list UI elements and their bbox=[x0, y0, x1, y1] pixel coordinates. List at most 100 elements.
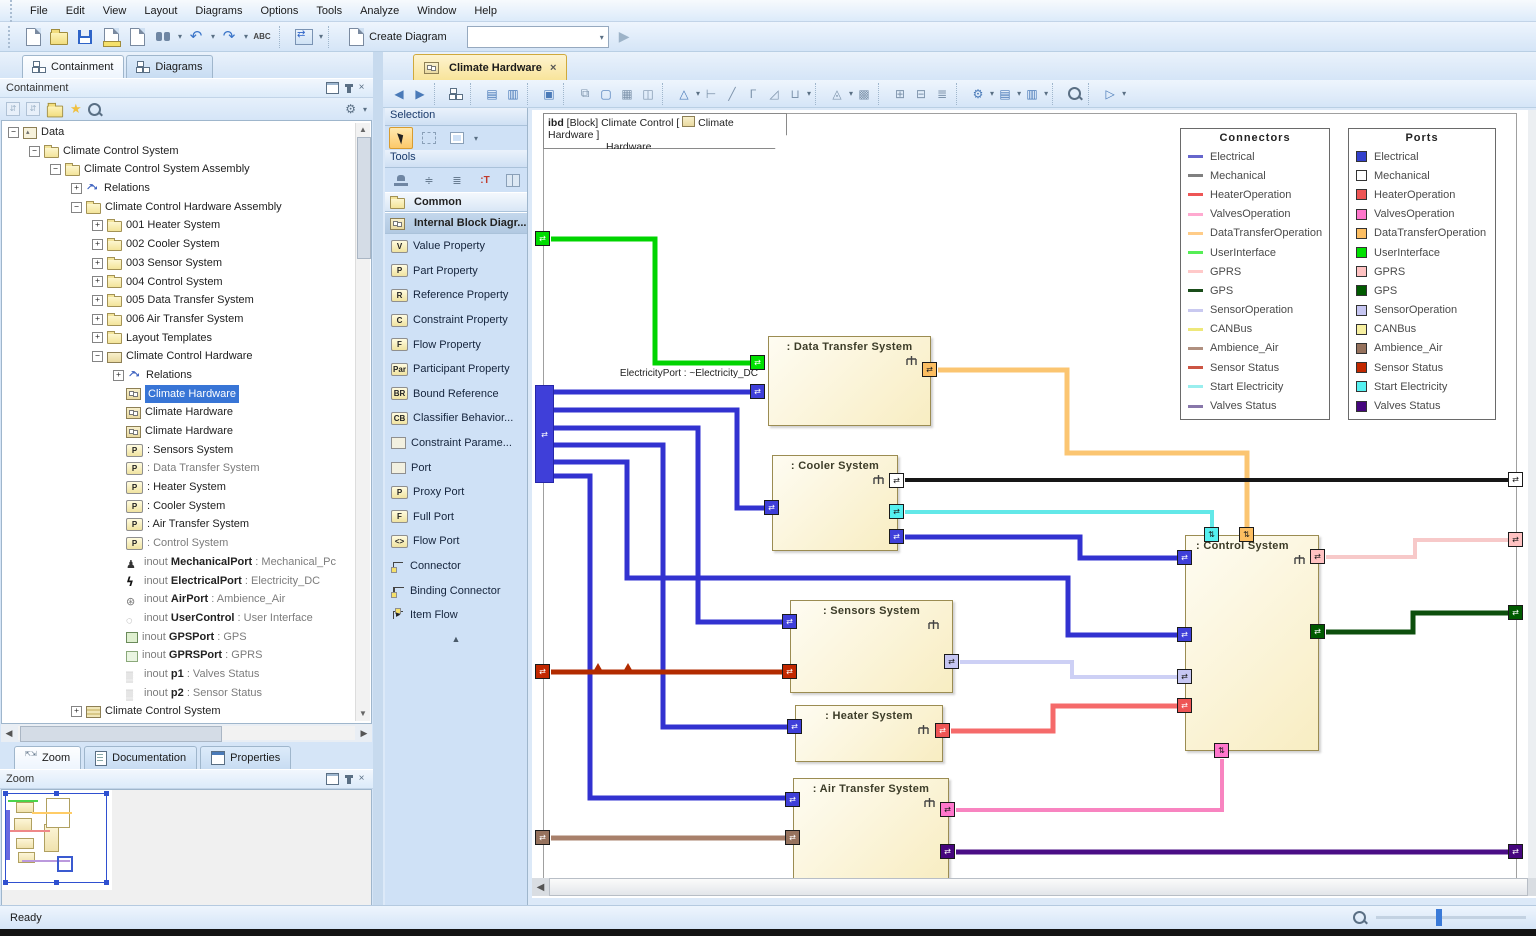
flow-port[interactable]: ⇄ bbox=[935, 723, 950, 738]
palette-group-common[interactable]: Common bbox=[385, 192, 527, 212]
tree-item[interactable]: +004 Control System bbox=[2, 273, 371, 292]
tree-item[interactable]: inout p1 : Valves Status bbox=[2, 665, 371, 684]
tree-item[interactable]: +Relations bbox=[2, 366, 371, 385]
tab-properties[interactable]: Properties bbox=[200, 746, 291, 769]
open-project-button[interactable] bbox=[47, 25, 71, 49]
tree-expander[interactable]: + bbox=[92, 314, 103, 325]
forward-button[interactable]: ▶ bbox=[410, 83, 430, 105]
menu-tools[interactable]: Tools bbox=[307, 3, 351, 19]
compartment-button[interactable]: ▩ bbox=[854, 83, 874, 105]
tree-item[interactable]: P: Control System bbox=[2, 534, 371, 553]
flow-port[interactable]: ⇄ bbox=[1310, 624, 1325, 639]
collapse-selected-icon[interactable]: ⇵ bbox=[26, 102, 40, 116]
flow-port[interactable]: ⇄ bbox=[889, 504, 904, 519]
tree-item[interactable]: +Relations bbox=[2, 179, 371, 198]
scroll-left-icon[interactable]: ◀ bbox=[1, 728, 17, 739]
palette-item-classifier-behavior-[interactable]: CBClassifier Behavior... bbox=[385, 406, 527, 431]
tree-expander[interactable]: + bbox=[92, 332, 103, 343]
block-control-system[interactable]: : Control System bbox=[1185, 535, 1319, 751]
redo-dropdown[interactable]: ▾ bbox=[244, 32, 248, 41]
tree-item[interactable]: +Library bbox=[2, 721, 371, 724]
connector-gps[interactable] bbox=[1326, 613, 1508, 632]
tab-containment[interactable]: Containment bbox=[22, 55, 124, 78]
palette-item-connector[interactable]: Connector bbox=[385, 554, 527, 579]
settings-gear-icon[interactable]: ⚙ bbox=[345, 102, 356, 116]
flow-port[interactable]: ⇄ bbox=[750, 384, 765, 399]
canvas-horizontal-scrollbar[interactable]: ◀ bbox=[532, 878, 1536, 896]
swimlane-dropdown[interactable]: ▾ bbox=[807, 89, 811, 98]
flow-port[interactable]: ⇄ bbox=[1310, 549, 1325, 564]
menu-file[interactable]: File bbox=[21, 3, 57, 19]
menu-options[interactable]: Options bbox=[251, 3, 307, 19]
legend-dropdown[interactable]: ▾ bbox=[1044, 89, 1048, 98]
tree-item[interactable]: inout GPRSPort : GPRS bbox=[2, 646, 371, 665]
flow-port[interactable]: ⇄ bbox=[922, 362, 937, 377]
tree-item[interactable]: P: Heater System bbox=[2, 478, 371, 497]
route-oblique-button[interactable]: ◿ bbox=[764, 83, 784, 105]
tree-expander[interactable]: − bbox=[8, 127, 19, 138]
model-transform-button[interactable] bbox=[292, 25, 316, 49]
scrollbar-track[interactable] bbox=[18, 726, 355, 740]
tree-expander[interactable]: + bbox=[92, 295, 103, 306]
palette-item-binding-connector[interactable]: Binding Connector bbox=[385, 578, 527, 603]
tree-horizontal-scrollbar[interactable]: ◀ ▶ bbox=[1, 724, 372, 742]
delete-button[interactable]: ▦ bbox=[617, 83, 637, 105]
zoom-magnifier-button[interactable] bbox=[1064, 83, 1084, 105]
palette-item-participant-property[interactable]: ParParticipant Property bbox=[385, 357, 527, 382]
tree-item[interactable]: +003 Sensor System bbox=[2, 254, 371, 273]
tree-item[interactable]: P: Cooler System bbox=[2, 497, 371, 516]
transform-dropdown[interactable]: ▾ bbox=[319, 32, 323, 41]
tree-item[interactable]: P: Data Transfer System bbox=[2, 459, 371, 478]
flow-port[interactable]: ⇄ bbox=[764, 500, 779, 515]
tree-item[interactable]: Climate Hardware bbox=[2, 403, 371, 422]
tree-expander[interactable]: + bbox=[92, 258, 103, 269]
tree-item[interactable]: inout UserControl : User Interface bbox=[2, 609, 371, 628]
close-panel-icon[interactable]: × bbox=[356, 83, 367, 93]
tree-item[interactable]: +005 Data Transfer System bbox=[2, 291, 371, 310]
palette-group-internal-block-diagr-[interactable]: Internal Block Diagr... bbox=[385, 212, 527, 234]
flow-port[interactable]: ⇄ bbox=[535, 231, 550, 246]
marquee-select-button[interactable] bbox=[417, 127, 441, 149]
connector-heateroperation[interactable] bbox=[951, 706, 1177, 731]
tools-group-header[interactable]: Tools bbox=[385, 150, 527, 168]
diagram-overview-button[interactable]: ▥ bbox=[503, 83, 523, 105]
undo-dropdown[interactable]: ▾ bbox=[211, 32, 215, 41]
paste-button[interactable]: ▢ bbox=[596, 83, 616, 105]
palette-item-value-property[interactable]: VValue Property bbox=[385, 234, 527, 259]
palette-item-port[interactable]: Port bbox=[385, 455, 527, 480]
block-data-transfer-system[interactable]: : Data Transfer System bbox=[768, 336, 931, 426]
connector-start-electricity[interactable] bbox=[905, 512, 1212, 527]
connector-valvesoperation[interactable] bbox=[956, 759, 1222, 810]
menu-edit[interactable]: Edit bbox=[57, 3, 94, 19]
connectors-legend[interactable]: ConnectorsElectricalMechanicalHeaterOper… bbox=[1180, 128, 1330, 420]
layout-hierarchic-button[interactable]: △ bbox=[674, 83, 694, 105]
menu-analyze[interactable]: Analyze bbox=[351, 3, 408, 19]
tree-item[interactable]: −Climate Control Hardware Assembly bbox=[2, 198, 371, 217]
flow-port[interactable]: ⇄ bbox=[940, 802, 955, 817]
zoom-viewport-rect[interactable] bbox=[5, 793, 107, 883]
flow-port[interactable]: ⇄ bbox=[787, 719, 802, 734]
tree-item[interactable]: −Data bbox=[2, 123, 371, 142]
route-line-button[interactable]: ╱ bbox=[722, 83, 742, 105]
palette-item-flow-port[interactable]: <>Flow Port bbox=[385, 529, 527, 554]
tab-diagrams[interactable]: Diagrams bbox=[126, 55, 213, 78]
perspective-combobox[interactable]: ▾ bbox=[467, 26, 609, 48]
pin-panel-icon[interactable] bbox=[347, 84, 351, 93]
tree-expander[interactable]: + bbox=[71, 183, 82, 194]
tree-item[interactable]: inout ElectricalPort : Electricity_DC bbox=[2, 572, 371, 591]
run-button[interactable]: ▶ bbox=[619, 28, 630, 45]
flow-port[interactable]: ⇄ bbox=[940, 844, 955, 859]
block-heater-system[interactable]: : Heater System bbox=[795, 705, 943, 762]
tree-item[interactable]: Climate Hardware bbox=[2, 385, 371, 404]
ports-legend[interactable]: PortsElectricalMechanicalHeaterOperation… bbox=[1348, 128, 1496, 420]
panel-splitter[interactable] bbox=[373, 52, 383, 905]
float-panel-icon[interactable] bbox=[326, 82, 339, 94]
zoom-slider-thumb[interactable] bbox=[1436, 909, 1442, 926]
palette-item-full-port[interactable]: FFull Port bbox=[385, 505, 527, 530]
flow-port[interactable]: ⇄ bbox=[1508, 532, 1523, 547]
pointer-tool-button[interactable] bbox=[389, 127, 413, 149]
flow-port[interactable]: ⇄ bbox=[889, 473, 904, 488]
scroll-down-icon[interactable]: ▼ bbox=[356, 707, 370, 721]
tree-expander[interactable]: − bbox=[71, 202, 82, 213]
palette-item-bound-reference[interactable]: BRBound Reference bbox=[385, 382, 527, 407]
